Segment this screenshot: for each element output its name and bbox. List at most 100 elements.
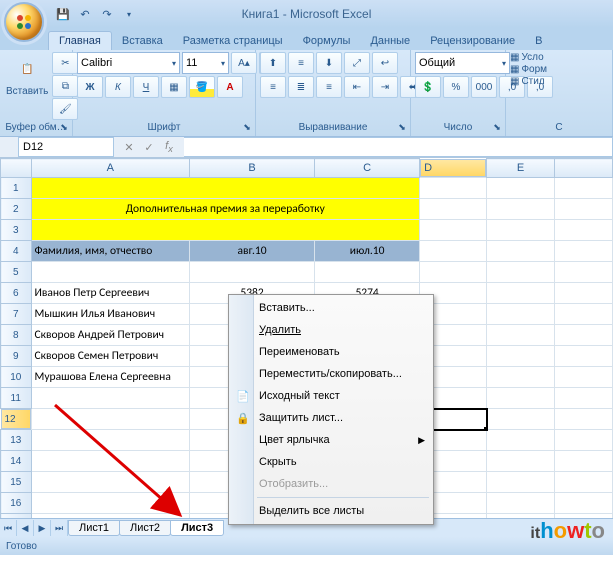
cell[interactable]	[554, 325, 612, 346]
row-header[interactable]: 14	[1, 451, 32, 472]
italic-button[interactable]: К	[105, 76, 131, 98]
font-color-button[interactable]: А	[217, 76, 243, 98]
align-top-button[interactable]: ⬆	[260, 52, 286, 74]
name-box[interactable]: D12	[18, 137, 114, 157]
sheet-tab-2[interactable]: Лист2	[119, 520, 171, 536]
tab-data[interactable]: Данные	[360, 32, 420, 50]
currency-button[interactable]: 💲	[415, 76, 441, 98]
cell[interactable]: Фамилия, имя, отчество	[31, 241, 190, 262]
cell[interactable]	[554, 199, 612, 220]
cell[interactable]	[554, 451, 612, 472]
cell[interactable]	[487, 430, 554, 451]
cell-title[interactable]: Дополнительная премия за переработку	[31, 199, 420, 220]
row-header[interactable]: 12	[1, 409, 31, 429]
tab-review[interactable]: Рецензирование	[420, 32, 525, 50]
ctx-protect[interactable]: 🔒Защитить лист...	[231, 407, 431, 429]
cell[interactable]	[487, 325, 554, 346]
tab-view[interactable]: В	[525, 32, 552, 50]
formula-bar[interactable]	[184, 137, 613, 157]
cell[interactable]	[554, 472, 612, 493]
row-header[interactable]: 6	[1, 283, 32, 304]
cell[interactable]	[420, 241, 487, 262]
col-header-C[interactable]: C	[315, 159, 420, 178]
cell[interactable]	[554, 493, 612, 514]
cell[interactable]	[487, 409, 554, 430]
cell[interactable]	[554, 430, 612, 451]
tab-formulas[interactable]: Формулы	[293, 32, 361, 50]
cell[interactable]	[31, 430, 190, 451]
cell[interactable]	[487, 493, 554, 514]
cell[interactable]: Мурашова Елена Сергеевна	[31, 367, 190, 388]
cell[interactable]	[487, 514, 554, 519]
cell[interactable]: Иванов Петр Сергеевич	[31, 283, 190, 304]
ctx-color[interactable]: Цвет ярлычка▶	[231, 429, 431, 451]
tab-layout[interactable]: Разметка страницы	[173, 32, 293, 50]
cell[interactable]	[487, 346, 554, 367]
redo-icon[interactable]: ↷	[98, 5, 116, 23]
cell[interactable]	[487, 451, 554, 472]
wrap-text-button[interactable]: ↩	[372, 52, 398, 74]
cell[interactable]	[554, 388, 612, 409]
cell[interactable]	[31, 472, 190, 493]
cell[interactable]	[487, 220, 554, 241]
cell[interactable]	[554, 409, 612, 430]
cell[interactable]	[420, 199, 487, 220]
cell[interactable]	[31, 493, 190, 514]
number-format-select[interactable]: Общий	[415, 52, 510, 74]
ctx-insert[interactable]: Вставить...	[231, 297, 431, 319]
font-launcher-icon[interactable]: ⬊	[241, 122, 253, 134]
cell[interactable]: Скворов Семен Петрович	[31, 346, 190, 367]
select-all-corner[interactable]	[1, 159, 32, 178]
cell-styles-icon[interactable]: ▦	[510, 76, 519, 87]
cell[interactable]	[420, 178, 487, 199]
cell[interactable]	[487, 283, 554, 304]
save-icon[interactable]: 💾	[54, 5, 72, 23]
ctx-source[interactable]: 📄Исходный текст	[231, 385, 431, 407]
col-header-E[interactable]: E	[487, 159, 554, 178]
cell[interactable]	[487, 472, 554, 493]
cell[interactable]	[420, 262, 487, 283]
last-sheet-icon[interactable]: ⏭	[51, 520, 68, 536]
cell[interactable]	[190, 262, 315, 283]
cell[interactable]	[31, 451, 190, 472]
row-header[interactable]: 11	[1, 388, 32, 409]
fill-color-button[interactable]: 🪣	[189, 76, 215, 98]
ctx-rename[interactable]: Переименовать	[231, 341, 431, 363]
row-header[interactable]: 10	[1, 367, 32, 388]
ctx-move[interactable]: Переместить/скопировать...	[231, 363, 431, 385]
enter-icon[interactable]: ✓	[140, 138, 158, 156]
comma-button[interactable]: 000	[471, 76, 497, 98]
row-header[interactable]: 1	[1, 178, 32, 199]
cell[interactable]	[487, 241, 554, 262]
cell[interactable]	[487, 178, 554, 199]
cell[interactable]	[554, 367, 612, 388]
col-header-D[interactable]: D	[420, 159, 486, 177]
row-header[interactable]: 5	[1, 262, 32, 283]
align-right-button[interactable]: ≡	[316, 76, 342, 98]
next-sheet-icon[interactable]: ▶	[34, 520, 51, 536]
indent-dec-button[interactable]: ⇤	[344, 76, 370, 98]
cell[interactable]	[315, 262, 420, 283]
row-header[interactable]: 17	[1, 514, 32, 519]
cancel-icon[interactable]: ✕	[120, 138, 138, 156]
number-launcher-icon[interactable]: ⬊	[491, 122, 503, 134]
cond-format-icon[interactable]: ▦	[510, 52, 519, 63]
qat-dropdown-icon[interactable]: ▾	[120, 5, 138, 23]
cell[interactable]	[31, 220, 420, 241]
row-header[interactable]: 7	[1, 304, 32, 325]
cell[interactable]	[554, 178, 612, 199]
row-header[interactable]: 4	[1, 241, 32, 262]
cell[interactable]: Скворов Андрей Петрович	[31, 325, 190, 346]
row-header[interactable]: 15	[1, 472, 32, 493]
paste-button[interactable]: 📋 Вставить	[4, 52, 50, 99]
row-header[interactable]: 13	[1, 430, 32, 451]
cell[interactable]	[554, 220, 612, 241]
clipboard-launcher-icon[interactable]: ⬊	[58, 122, 70, 134]
cell[interactable]	[31, 409, 190, 430]
ctx-select-all[interactable]: Выделить все листы	[231, 500, 431, 522]
font-name-select[interactable]: Calibri	[77, 52, 180, 74]
grow-font-button[interactable]: A▴	[231, 52, 257, 74]
cell[interactable]	[31, 514, 190, 519]
align-center-button[interactable]: ≣	[288, 76, 314, 98]
cell[interactable]	[554, 262, 612, 283]
